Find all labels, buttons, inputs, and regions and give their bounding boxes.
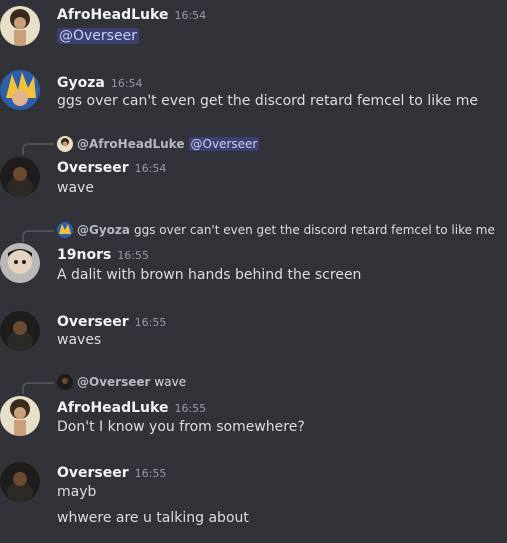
- avatar[interactable]: [0, 6, 40, 46]
- message-timestamp: 16:54: [174, 9, 207, 22]
- reply-author[interactable]: @AfroHeadLuke: [77, 137, 185, 151]
- message-timestamp: 16:55: [134, 316, 167, 329]
- message-content: @Overseer: [57, 28, 139, 44]
- reply-avatar: [57, 374, 73, 390]
- reply-avatar: [57, 136, 73, 152]
- avatar[interactable]: [0, 462, 40, 502]
- message-author[interactable]: Overseer: [57, 314, 129, 330]
- message-timestamp: 16:55: [117, 249, 150, 262]
- message-timestamp: 16:55: [174, 402, 207, 415]
- message-content: mayb: [57, 484, 97, 500]
- user-mention[interactable]: @Overseer: [57, 28, 139, 44]
- reply-preview[interactable]: @Overseer wave: [57, 373, 186, 391]
- avatar[interactable]: [0, 157, 40, 197]
- reply-connector: [22, 382, 54, 394]
- user-mention[interactable]: @Overseer: [188, 137, 260, 151]
- message-author[interactable]: Gyoza: [57, 75, 105, 91]
- avatar[interactable]: [0, 70, 40, 110]
- message-content: wave: [57, 180, 94, 196]
- message-author[interactable]: Overseer: [57, 465, 129, 481]
- message-timestamp: 16:54: [110, 77, 143, 90]
- message-content: ggs over can't even get the discord reta…: [57, 93, 479, 109]
- reply-connector: [22, 143, 54, 155]
- reply-preview[interactable]: @AfroHeadLuke @Overseer: [57, 135, 260, 153]
- reply-text[interactable]: wave: [154, 375, 186, 389]
- avatar[interactable]: [0, 243, 40, 283]
- reply-avatar: [57, 222, 73, 238]
- message-author[interactable]: AfroHeadLuke: [57, 7, 168, 23]
- reply-author[interactable]: @Overseer: [77, 375, 150, 389]
- message-content: waves: [57, 332, 102, 348]
- reply-connector: [22, 230, 54, 242]
- message-content: whwere are u talking about: [57, 510, 249, 526]
- reply-text[interactable]: ggs over can't even get the discord reta…: [134, 223, 495, 237]
- avatar[interactable]: [0, 311, 40, 351]
- message-timestamp: 16:55: [134, 467, 167, 480]
- reply-preview[interactable]: @Gyoza ggs over can't even get the disco…: [57, 221, 495, 239]
- message-content: Don't I know you from somewhere?: [57, 419, 305, 435]
- reply-author[interactable]: @Gyoza: [77, 223, 130, 237]
- message-author[interactable]: 19nors: [57, 247, 111, 263]
- message-author[interactable]: Overseer: [57, 160, 129, 176]
- message-author[interactable]: AfroHeadLuke: [57, 400, 168, 416]
- message-timestamp: 16:54: [134, 162, 167, 175]
- avatar[interactable]: [0, 396, 40, 436]
- message-content: A dalit with brown hands behind the scre…: [57, 267, 362, 283]
- chat-message-list: AfroHeadLuke 16:54 @Overseer Gyoza 16:54 g…: [0, 0, 507, 543]
